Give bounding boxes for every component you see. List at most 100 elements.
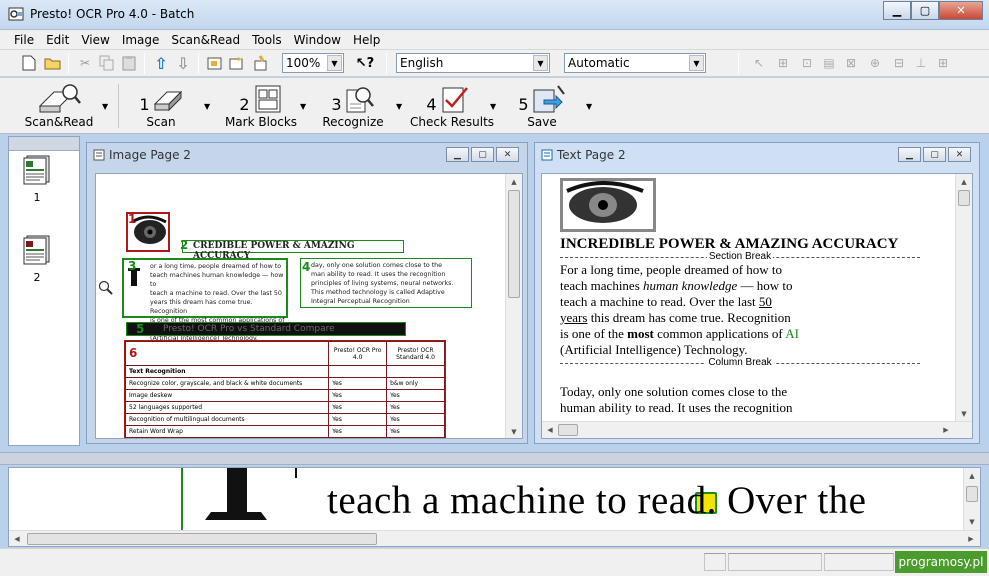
- image-block-button[interactable]: ⊡: [798, 54, 816, 72]
- copy-button[interactable]: [98, 54, 116, 72]
- scroll-thumb[interactable]: [966, 486, 978, 502]
- menu-file[interactable]: File: [8, 33, 40, 47]
- scroll-right-icon[interactable]: ▶: [963, 531, 979, 546]
- minimize-button[interactable]: ▁: [898, 147, 921, 162]
- merge-button[interactable]: ⊕: [866, 54, 884, 72]
- scroll-down-icon[interactable]: ▼: [956, 406, 972, 422]
- scroll-down-icon[interactable]: ▼: [964, 514, 980, 530]
- image-canvas[interactable]: 1 CREDIBLE POWER & AMAZING ACCURACY 2 or…: [95, 173, 523, 439]
- align-button[interactable]: ⊥: [912, 54, 930, 72]
- scroll-left-icon[interactable]: ◀: [542, 422, 558, 438]
- scroll-up-icon[interactable]: ▲: [506, 174, 522, 190]
- chevron-down-icon[interactable]: ▼: [490, 102, 496, 111]
- cut-button[interactable]: ✂: [76, 54, 94, 72]
- preview-vertical-scrollbar[interactable]: ▲ ▼: [963, 468, 980, 530]
- context-help-button[interactable]: ↖?: [356, 54, 374, 72]
- maximize-button[interactable]: ▢: [923, 147, 946, 162]
- page-thumbnail-1[interactable]: 1: [21, 155, 53, 204]
- recognized-document[interactable]: INCREDIBLE POWER & AMAZING ACCURACY Sect…: [560, 174, 920, 416]
- zone-6-table[interactable]: Presto! OCR Pro 4.0 Presto! OCR Standard…: [124, 340, 446, 438]
- chevron-down-icon[interactable]: ▼: [204, 102, 210, 111]
- chevron-down-icon[interactable]: ▼: [533, 55, 548, 71]
- text-vertical-scrollbar[interactable]: ▲ ▼: [955, 174, 972, 423]
- image-vertical-scrollbar[interactable]: ▲ ▼: [505, 174, 522, 438]
- paste-button[interactable]: [120, 54, 138, 72]
- scan-step-button[interactable]: 1 Scan: [134, 82, 188, 130]
- scroll-left-icon[interactable]: ◀: [9, 531, 25, 546]
- pointer-icon: ↖: [753, 56, 765, 70]
- chevron-down-icon[interactable]: ▼: [689, 55, 704, 71]
- clean-button[interactable]: [252, 54, 270, 72]
- zone-3-column-text[interactable]: or a long time, people dreamed of how to…: [122, 258, 288, 342]
- chevron-down-icon[interactable]: ▼: [300, 102, 306, 111]
- language-combo[interactable]: English ▼: [396, 53, 550, 73]
- menu-scan-read[interactable]: Scan&Read: [165, 33, 246, 47]
- text-horizontal-scrollbar[interactable]: ◀ ▶: [542, 421, 972, 438]
- split-button[interactable]: ⊟: [890, 54, 908, 72]
- mark-blocks-step-button[interactable]: 2 Mark Blocks: [224, 82, 298, 130]
- open-button[interactable]: [44, 54, 62, 72]
- order-button[interactable]: ⊠: [842, 54, 860, 72]
- select-tool-button[interactable]: ↖: [750, 54, 768, 72]
- scroll-up-icon[interactable]: ▲: [956, 174, 972, 190]
- scan-read-button[interactable]: Scan&Read: [24, 82, 94, 130]
- recognized-image[interactable]: [560, 178, 656, 232]
- scroll-thumb[interactable]: [508, 190, 520, 298]
- block-properties-button[interactable]: ⊞: [934, 54, 952, 72]
- table-cell: Yes: [328, 389, 388, 402]
- recognition-mode-combo[interactable]: Automatic ▼: [564, 53, 706, 73]
- menu-edit[interactable]: Edit: [40, 33, 75, 47]
- menu-tools[interactable]: Tools: [246, 33, 288, 47]
- close-button[interactable]: ✕: [939, 1, 983, 20]
- menu-image[interactable]: Image: [116, 33, 166, 47]
- thumbnail-number: 2: [33, 271, 41, 284]
- scroll-up-icon[interactable]: ▲: [964, 468, 980, 484]
- maximize-button[interactable]: ▢: [471, 147, 494, 162]
- text-run: AI: [785, 326, 800, 341]
- scroll-thumb[interactable]: [27, 533, 377, 545]
- move-down-button[interactable]: ⇩: [174, 54, 192, 73]
- close-button[interactable]: ✕: [496, 147, 519, 162]
- check-results-step-button[interactable]: 4 Check Results: [410, 82, 494, 130]
- text-editor[interactable]: INCREDIBLE POWER & AMAZING ACCURACY Sect…: [541, 173, 973, 439]
- scroll-thumb[interactable]: [958, 190, 970, 206]
- zone-4-column-text[interactable]: day, only one solution comes close to th…: [300, 258, 472, 308]
- table-header-cell: Presto! OCR Standard 4.0: [386, 341, 445, 366]
- preview-horizontal-scrollbar[interactable]: ◀ ▶: [9, 530, 980, 546]
- scroll-down-icon[interactable]: ▼: [506, 424, 522, 438]
- menu-view[interactable]: View: [75, 33, 115, 47]
- menu-window[interactable]: Window: [288, 33, 347, 47]
- save-step-button[interactable]: 5 Save: [512, 82, 572, 130]
- chevron-down-icon[interactable]: ▼: [102, 102, 108, 111]
- table-block-button[interactable]: ▤: [820, 54, 838, 72]
- minimize-button[interactable]: ▁: [883, 1, 911, 20]
- move-up-button[interactable]: ⇧: [152, 54, 170, 73]
- scroll-right-icon[interactable]: ▶: [938, 422, 954, 438]
- page-tool-button[interactable]: [206, 54, 224, 72]
- scan-artifact: [295, 468, 297, 478]
- text-block-button[interactable]: ⊞: [774, 54, 792, 72]
- chevron-down-icon[interactable]: ▼: [586, 102, 592, 111]
- zone-2-headline[interactable]: CREDIBLE POWER & AMAZING ACCURACY: [182, 240, 404, 261]
- scroll-thumb[interactable]: [558, 424, 578, 436]
- close-button[interactable]: ✕: [948, 147, 971, 162]
- rotate-button[interactable]: [228, 54, 246, 72]
- text-run: years: [560, 310, 588, 325]
- preview-splitter[interactable]: [0, 452, 989, 465]
- menu-help[interactable]: Help: [347, 33, 386, 47]
- zoom-combo[interactable]: 100% ▼: [282, 53, 344, 73]
- text-run: For a long time, people dreamed of how t…: [560, 262, 783, 277]
- maximize-button[interactable]: ▢: [911, 1, 939, 20]
- zoom-preview-pane[interactable]: teach a machine to read. Over the ▲ ▼ ◀ …: [8, 467, 981, 547]
- recognize-step-button[interactable]: 3 Recognize: [322, 82, 384, 130]
- chevron-down-icon[interactable]: ▼: [396, 102, 402, 111]
- zone-number: 1: [128, 212, 137, 226]
- scan-line: teach a machine to read. Over the last 5…: [150, 290, 282, 297]
- window-title: Presto! OCR Pro 4.0 - Batch: [30, 7, 195, 21]
- zone-number: 5: [136, 322, 145, 336]
- minimize-button[interactable]: ▁: [446, 147, 469, 162]
- zone-5-banner[interactable]: Presto! OCR Pro vs Standard Compare: [126, 322, 406, 336]
- new-button[interactable]: [20, 54, 38, 72]
- chevron-down-icon[interactable]: ▼: [327, 55, 342, 71]
- page-thumbnail-2[interactable]: 2: [21, 235, 53, 284]
